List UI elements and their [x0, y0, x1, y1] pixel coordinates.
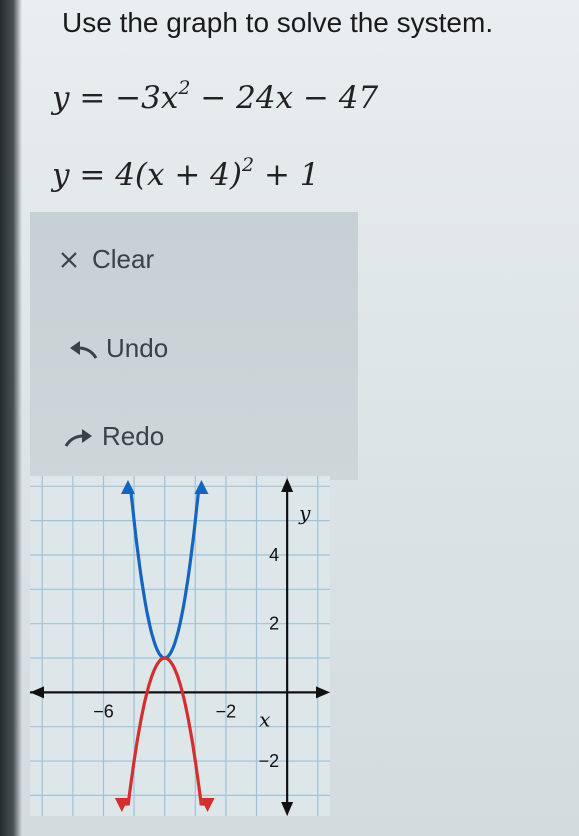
- equation-1: y = −3x2 − 24x − 47: [52, 76, 379, 116]
- series-blue-parabola-arrow-right: [194, 480, 209, 495]
- x-axis-right-arrow: [316, 686, 330, 699]
- clear-label: Clear: [92, 244, 155, 274]
- y-tick-label: 2: [269, 614, 279, 634]
- undo-button[interactable]: Undo: [66, 333, 168, 364]
- screen-edge-shadow: [0, 0, 22, 836]
- y-axis-down-arrow: [281, 802, 294, 816]
- clear-button[interactable]: Clear: [52, 244, 154, 275]
- x-tick-label: −6: [93, 701, 114, 721]
- redo-button[interactable]: Redo: [62, 421, 164, 452]
- y-axis-label: y: [298, 501, 311, 525]
- question-prompt: Use the graph to solve the system.: [62, 7, 494, 38]
- x-tick-label: −2: [216, 701, 237, 721]
- y-tick-label: −2: [259, 751, 280, 771]
- equation-2: y = 4(x + 4)2 + 1: [52, 153, 320, 193]
- y-axis-up-arrow: [281, 478, 294, 492]
- y-tick-label: 4: [269, 545, 279, 565]
- graph-canvas[interactable]: y x −6 −2 4 2 −2: [30, 476, 330, 816]
- redo-arrow-icon: [62, 424, 96, 450]
- x-axis-left-arrow: [30, 686, 44, 699]
- close-icon: [52, 247, 86, 273]
- redo-label: Redo: [102, 421, 165, 451]
- undo-arrow-icon: [66, 336, 100, 362]
- series-blue-parabola-arrow-left: [120, 480, 135, 495]
- x-axis-label: x: [259, 707, 270, 731]
- undo-label: Undo: [106, 333, 169, 363]
- graph-plot[interactable]: y x −6 −2 4 2 −2: [30, 476, 330, 816]
